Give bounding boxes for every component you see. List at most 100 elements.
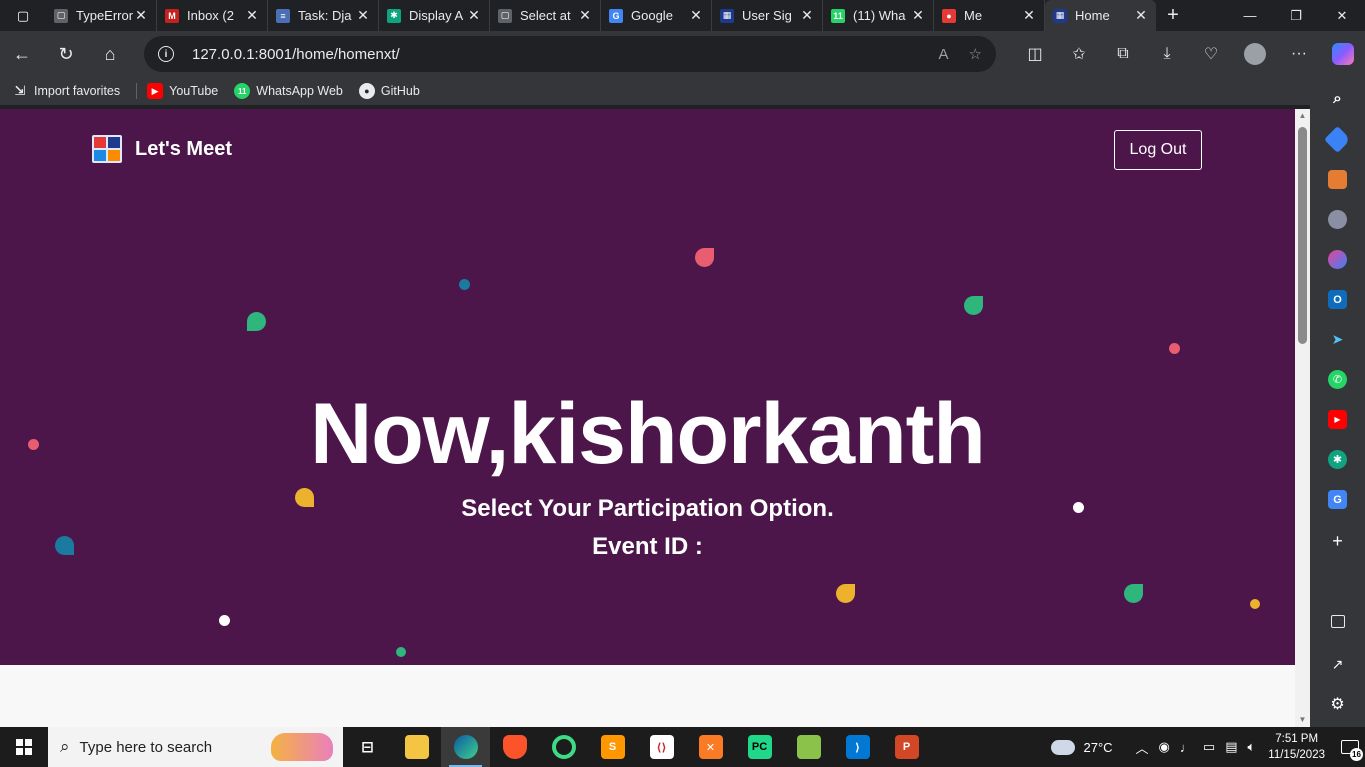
edge-button[interactable] — [441, 727, 490, 767]
scroll-down-icon[interactable]: ▼ — [1295, 713, 1310, 727]
tab-actions-icon[interactable]: ▢ — [0, 0, 46, 31]
volume-icon[interactable]: 🔈︎ — [1247, 739, 1255, 755]
tab-close-icon[interactable]: ✕ — [245, 7, 259, 24]
ring-app-button[interactable] — [539, 727, 588, 767]
home-icon[interactable]: ⌂ — [88, 31, 132, 77]
confetti-decoration — [695, 248, 714, 267]
translate-icon[interactable]: G — [1328, 490, 1347, 509]
scroll-up-icon[interactable]: ▲ — [1295, 109, 1310, 123]
tab-close-icon[interactable]: ✕ — [1134, 7, 1148, 24]
browser-tab[interactable]: ▦ User Sig ✕ — [712, 0, 823, 31]
split-screen-icon[interactable]: ◫ — [1013, 31, 1057, 77]
battery-icon[interactable]: ▭ — [1203, 739, 1215, 755]
add-sidebar-icon[interactable]: + — [1328, 531, 1347, 551]
browser-tab[interactable]: ▢ Select at ✕ — [490, 0, 601, 31]
tab-close-icon[interactable]: ✕ — [1022, 7, 1036, 24]
favorite-github[interactable]: ● GitHub — [358, 83, 420, 99]
open-external-icon[interactable]: ↗ — [1328, 655, 1347, 674]
minimize-icon[interactable]: — — [1227, 0, 1273, 31]
games-icon[interactable] — [1328, 210, 1347, 229]
browser-tab[interactable]: 11 (11) Wha ✕ — [823, 0, 934, 31]
search-icon[interactable]: ⌕ — [1328, 89, 1347, 108]
folder-icon — [404, 735, 429, 759]
chevron-up-icon[interactable]: ︿ — [1136, 738, 1149, 757]
copilot-icon[interactable] — [1332, 43, 1354, 65]
notification-count: 16 — [1350, 748, 1363, 761]
favorite-import[interactable]: ⇲ Import favorites — [12, 83, 121, 99]
browser-tab[interactable]: ✱ Display A ✕ — [379, 0, 490, 31]
taskbar-search[interactable]: ⌕ Type here to search — [48, 727, 343, 767]
windows-logo-icon — [16, 739, 32, 755]
vscode-button[interactable]: ⟩ — [833, 727, 882, 767]
tab-close-icon[interactable]: ✕ — [467, 7, 481, 24]
settings-gear-icon[interactable]: ⚙ — [1328, 694, 1347, 713]
address-bar[interactable]: i 127.0.0.1:8001/home/homenxt/ A ☆ — [144, 36, 996, 72]
url-text[interactable]: 127.0.0.1:8001/home/homenxt/ — [192, 46, 919, 63]
brave-button[interactable] — [490, 727, 539, 767]
clock[interactable]: 7:51 PM 11/15/2023 — [1268, 731, 1325, 763]
logout-button[interactable]: Log Out — [1114, 130, 1202, 170]
tab-close-icon[interactable]: ✕ — [800, 7, 814, 24]
youtube-sidebar-icon[interactable]: ▶ — [1328, 410, 1347, 429]
browser-tab[interactable]: M Inbox (2 ✕ — [157, 0, 268, 31]
app-button[interactable]: ⟨⟩ — [637, 727, 686, 767]
sublime-button[interactable]: S — [588, 727, 637, 767]
browser-tab[interactable]: ▦ Home ✕ — [1045, 0, 1156, 31]
read-aloud-icon[interactable]: A — [939, 46, 949, 63]
microphone-icon[interactable]: ♩ — [1180, 740, 1193, 755]
favorite-star-icon[interactable]: ☆ — [969, 45, 982, 63]
tab-title: TypeError — [76, 8, 134, 23]
tab-close-icon[interactable]: ✕ — [356, 7, 370, 24]
new-tab-button[interactable]: + — [1156, 0, 1190, 31]
chatgpt-icon[interactable]: ✱ — [1328, 450, 1347, 469]
microsoft-365-icon[interactable] — [1328, 250, 1347, 269]
youtube-icon: ▶ — [147, 83, 164, 99]
collections-icon[interactable]: ⧉ — [1101, 31, 1145, 77]
weather-widget[interactable]: 27°C — [1051, 739, 1113, 755]
browser-tab[interactable]: ≡ Task: Dja ✕ — [268, 0, 379, 31]
shopping-tag-icon[interactable] — [1324, 126, 1351, 153]
notification-center[interactable]: 16 — [1335, 727, 1365, 767]
browser-tab[interactable]: ● Me ✕ — [934, 0, 1045, 31]
browser-tab[interactable]: ▢ TypeError ✕ — [46, 0, 157, 31]
tab-close-icon[interactable]: ✕ — [134, 7, 148, 24]
browser-essentials-icon[interactable]: ♡ — [1189, 31, 1233, 77]
pycharm-button[interactable]: PC — [735, 727, 784, 767]
close-window-icon[interactable]: ✕ — [1319, 0, 1365, 31]
start-button[interactable] — [0, 727, 48, 767]
tab-close-icon[interactable]: ✕ — [689, 7, 703, 24]
clock-time: 7:51 PM — [1275, 733, 1319, 745]
favorites-icon[interactable]: ✩ — [1057, 31, 1101, 77]
scrollbar-thumb[interactable] — [1298, 127, 1307, 344]
tab-close-icon[interactable]: ✕ — [911, 7, 925, 24]
downloads-icon[interactable]: ⤓ — [1145, 31, 1189, 77]
send-icon[interactable]: ➤ — [1328, 330, 1347, 349]
tab-favicon-icon: ≡ — [276, 8, 290, 23]
notepad-button[interactable] — [784, 727, 833, 767]
tools-icon[interactable] — [1328, 170, 1347, 189]
file-explorer-button[interactable] — [392, 727, 441, 767]
whatsapp-sidebar-icon[interactable]: ✆ — [1328, 370, 1347, 389]
restore-icon[interactable]: ❐ — [1273, 0, 1319, 31]
more-menu-icon[interactable]: ··· — [1277, 31, 1321, 77]
brand[interactable]: Let's Meet — [92, 135, 232, 163]
page-scrollbar[interactable]: ▲ ▼ — [1295, 109, 1310, 727]
network-icon[interactable]: ▤ — [1225, 739, 1237, 755]
tab-close-icon[interactable]: ✕ — [578, 7, 592, 24]
site-info-icon[interactable]: i — [158, 46, 174, 62]
favorite-youtube[interactable]: ▶ YouTube — [147, 83, 218, 99]
tab-favicon-icon: ▦ — [720, 8, 734, 23]
outlook-icon[interactable]: O — [1328, 290, 1347, 309]
task-view-button[interactable]: ⊟ — [343, 727, 392, 767]
profile-avatar-icon[interactable] — [1244, 43, 1266, 65]
refresh-icon[interactable]: ↻ — [44, 31, 88, 77]
favorite-whatsapp[interactable]: 11 WhatsApp Web — [234, 83, 343, 99]
confetti-decoration — [964, 296, 983, 315]
powerpoint-button[interactable]: P — [882, 727, 931, 767]
hide-sidebar-icon[interactable] — [1331, 615, 1345, 628]
browser-tab[interactable]: G Google ✕ — [601, 0, 712, 31]
camera-icon[interactable]: ◉ — [1159, 739, 1170, 755]
back-icon[interactable]: ← — [0, 31, 44, 77]
xampp-button[interactable]: ✕ — [686, 727, 735, 767]
tab-title: Display A — [409, 8, 464, 23]
